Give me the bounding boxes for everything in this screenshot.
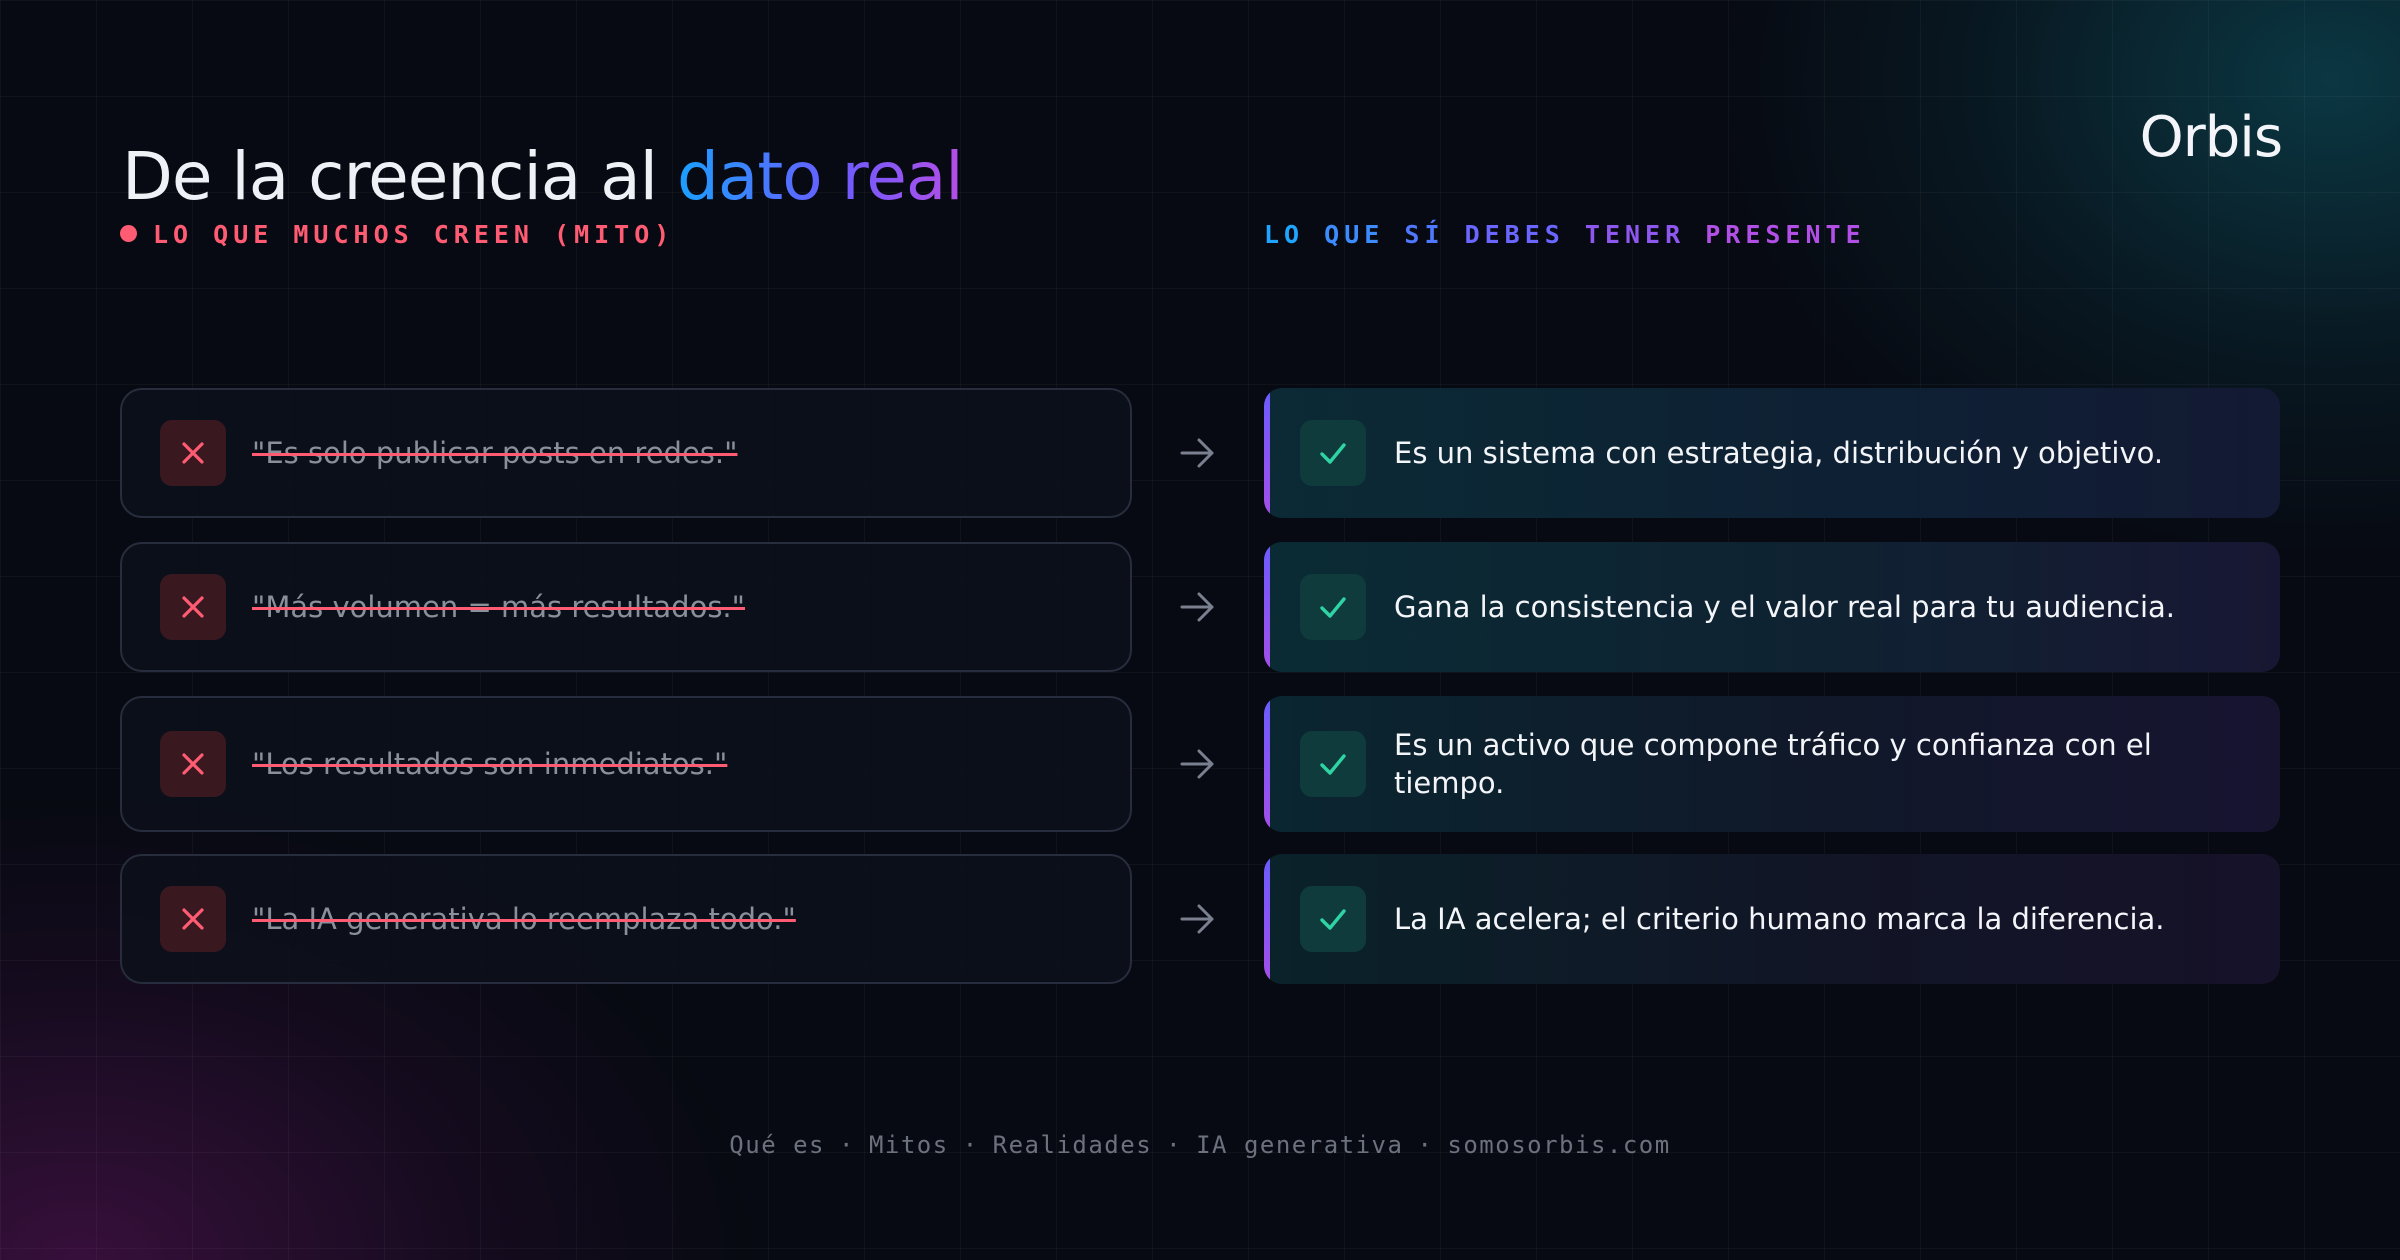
myth-column-label: LO QUE MUCHOS CREEN (MITO) [120,220,674,250]
footer-item-mitos[interactable]: Mitos [869,1131,949,1159]
fact-label-word: QUE [1324,220,1385,249]
slide-title: De la creencia al dato real [122,144,964,210]
title-accent: dato real [677,138,964,216]
fact-card: Gana la consistencia y el valor real par… [1264,542,2280,672]
myth-fact-row: "Es solo publicar posts en redes." Es un… [120,388,2280,518]
x-icon [182,908,204,930]
fact-accent-bar [1264,696,1270,832]
arrow-right-icon [1180,904,1214,934]
check-badge [1300,731,1366,797]
footer-separator: · [1417,1131,1434,1159]
footer-link-website[interactable]: somosorbis.com [1447,1131,1670,1159]
fact-label-word: TENER [1584,220,1686,249]
myth-label-text: LO QUE MUCHOS CREEN (MITO) [153,220,675,249]
footer-nav: Qué es · Mitos · Realidades · IA generativa · so… [0,1131,2400,1159]
slide: De la creencia al dato real Orbis LO QUE… [0,0,2400,1260]
myth-card: "Los resultados son inmediatos." [120,696,1132,832]
check-badge [1300,420,1366,486]
fact-text: La IA acelera; el criterio humano marca … [1394,902,2165,936]
arrow-right-icon [1180,438,1214,468]
footer-separator: · [1166,1131,1183,1159]
myth-card: "Es solo publicar posts en redes." [120,388,1132,518]
fact-accent-bar [1264,388,1270,518]
fact-text: Es un activo que compone tráfico y confi… [1394,728,2152,800]
footer-item-que-es[interactable]: Qué es [729,1131,825,1159]
fact-label-word: SÍ [1404,220,1445,249]
footer-separator: · [962,1131,979,1159]
x-icon [182,596,204,618]
fact-label-word: LO [1264,220,1305,249]
myth-fact-row: "Los resultados son inmediatos." Es un a… [120,696,2280,832]
fact-text: Es un sistema con estrategia, distribuci… [1394,436,2164,470]
x-icon [182,753,204,775]
fact-accent-bar [1264,854,1270,984]
fact-card: Es un activo que compone tráfico y confi… [1264,696,2280,832]
x-badge [160,731,226,797]
myth-card: "Más volumen = más resultados." [120,542,1132,672]
myth-text: "La IA generativa lo reemplaza todo." [252,902,796,936]
check-badge [1300,574,1366,640]
myth-card: "La IA generativa lo reemplaza todo." [120,854,1132,984]
check-icon [1320,597,1346,618]
footer-item-ia-generativa[interactable]: IA generativa [1196,1131,1403,1159]
fact-label-word: DEBES [1464,220,1565,249]
x-badge [160,886,226,952]
x-icon [182,442,204,464]
check-icon [1320,909,1346,930]
fact-accent-bar [1264,542,1270,672]
fact-card: Es un sistema con estrategia, distribuci… [1264,388,2280,518]
arrow-right-icon [1180,592,1214,622]
x-badge [160,420,226,486]
myth-text: "Es solo publicar posts en redes." [252,436,738,470]
dot-icon [120,225,137,242]
myth-text: "Los resultados son inmediatos." [252,747,728,781]
fact-label-word: PRESENTE [1705,220,1866,249]
title-prefix: De la creencia al [122,138,677,216]
brand-logo: Orbis [2139,105,2283,170]
arrow-right-icon [1180,749,1214,779]
myth-text: "Más volumen = más resultados." [252,590,745,624]
fact-column-label: LO QUE SÍ DEBES TENER PRESENTE [1264,220,1866,250]
check-icon [1320,754,1346,775]
myth-fact-row: "Más volumen = más resultados." Gana la … [120,542,2280,672]
footer-separator: · [839,1131,855,1159]
footer-item-realidades[interactable]: Realidades [993,1131,1153,1159]
myth-fact-row: "La IA generativa lo reemplaza todo." La… [120,854,2280,984]
fact-card: La IA acelera; el criterio humano marca … [1264,854,2280,984]
fact-text: Gana la consistencia y el valor real par… [1394,590,2176,624]
x-badge [160,574,226,640]
check-badge [1300,886,1366,952]
check-icon [1320,443,1346,464]
